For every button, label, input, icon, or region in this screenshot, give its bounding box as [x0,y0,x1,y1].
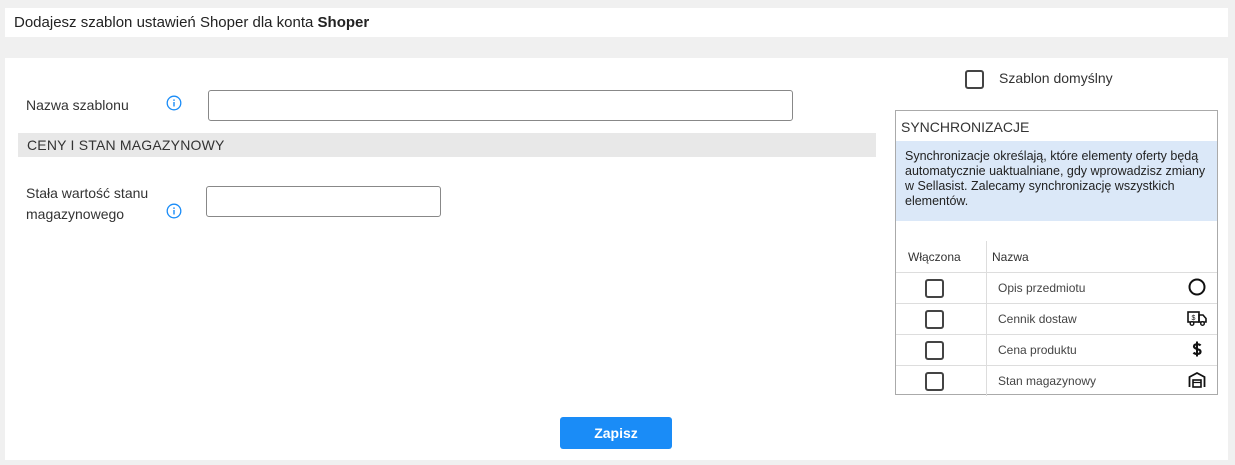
sync-row-name: Opis przedmiotu [986,272,1177,304]
sync-row-name: Cennik dostaw [986,303,1177,335]
dollar-icon [1192,341,1202,356]
sync-row-checkbox[interactable] [925,340,944,360]
sync-description: Synchronizacje określają, które elementy… [896,141,1217,221]
warehouse-icon [1188,371,1206,388]
sync-row-checkbox[interactable] [925,278,944,298]
fixed-stock-label-line1: Stała wartość stanu [26,185,149,201]
header-account-name: Shoper [317,14,370,31]
delivery-truck-icon: $ [1187,310,1207,326]
table-row: Cennik dostaw $ [896,303,1217,335]
circle-icon [1188,278,1206,295]
sync-row-name: Stan magazynowy [986,365,1177,396]
default-template-label: Szablon domyślny [999,70,1113,86]
col-enabled-header: Włączona [896,241,987,273]
save-button[interactable]: Zapisz [560,417,672,449]
default-template-checkbox[interactable] [965,70,984,89]
col-name-header: Nazwa [992,249,1029,264]
fixed-stock-input[interactable] [206,186,441,217]
form-panel: Nazwa szablonu CENY I STAN MAGAZYNOWY St… [5,58,1228,460]
table-row: Cena produktu [896,334,1217,366]
template-name-label: Nazwa szablonu [26,97,129,113]
fixed-stock-label-line2: magazynowego [26,206,125,222]
table-row: Stan magazynowy [896,365,1217,396]
section-prices-stock: CENY I STAN MAGAZYNOWY [18,133,876,157]
sync-row-checkbox[interactable] [925,309,944,329]
sync-row-checkbox[interactable] [925,371,944,391]
sync-title: SYNCHRONIZACJE [901,119,1030,135]
info-icon[interactable] [166,203,182,219]
svg-text:$: $ [1192,315,1196,322]
table-row: Opis przedmiotu [896,272,1217,304]
sync-table: Włączona Nazwa Opis przedmiotu Cennik do… [896,241,1217,396]
page-header: Dodajesz szablon ustawień Shoper dla kon… [5,8,1228,37]
fixed-stock-label: Stała wartość stanu magazynowego [26,183,148,225]
info-icon[interactable] [166,95,182,111]
template-name-input[interactable] [208,90,793,121]
sync-row-name: Cena produktu [986,334,1177,366]
sync-panel: SYNCHRONIZACJE Synchronizacje określają,… [895,110,1218,396]
header-prefix: Dodajesz szablon ustawień Shoper dla kon… [14,14,314,31]
